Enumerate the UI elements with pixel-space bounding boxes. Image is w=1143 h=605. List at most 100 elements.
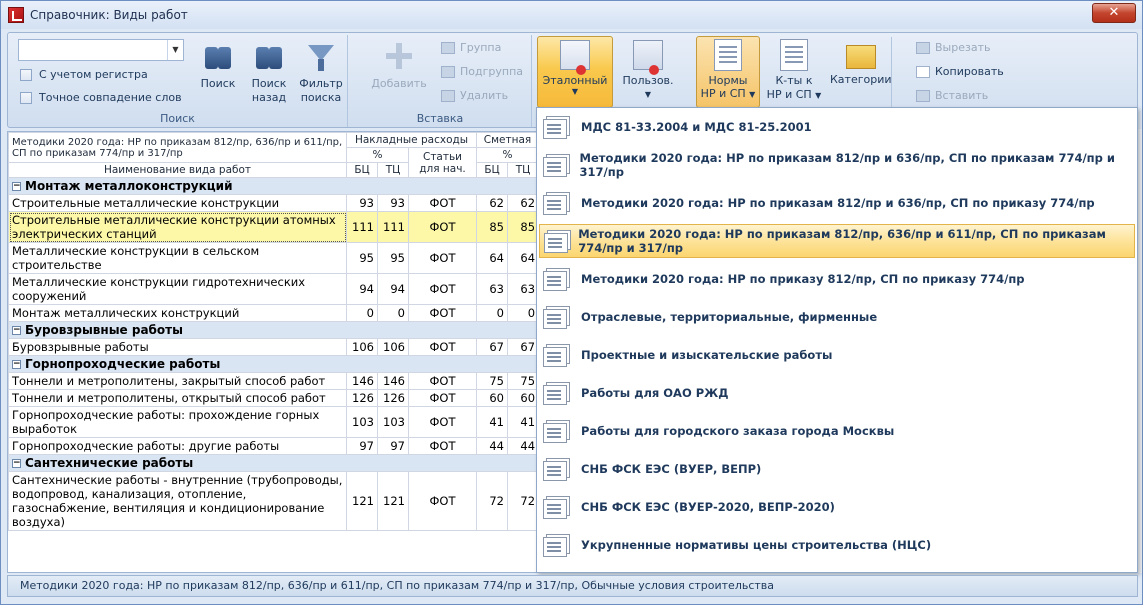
dropdown-item[interactable]: Проектные и изыскательские работы	[539, 338, 1135, 372]
cell-name[interactable]: Монтаж металлических конструкций	[8, 304, 347, 322]
works-grid[interactable]: Методики 2020 года: НР по приказам 812/п…	[7, 131, 537, 573]
cell-bc[interactable]: 97	[346, 437, 378, 455]
name-column-header[interactable]: Наименование вида работ	[8, 162, 347, 178]
cell-name[interactable]: Сантехнические работы - внутренние (труб…	[8, 471, 347, 531]
cell-tc2[interactable]: 72	[506, 471, 536, 531]
add-group-button[interactable]: Группа	[441, 41, 501, 54]
add-subgroup-button[interactable]: Подгруппа	[441, 65, 523, 78]
cell-art[interactable]: ФОТ	[408, 304, 477, 322]
cell-tc[interactable]: 121	[377, 471, 409, 531]
cut-button[interactable]: Вырезать	[916, 41, 990, 54]
copy-button[interactable]: Копировать	[916, 65, 1004, 78]
table-row[interactable]: Строительные металлические конструкции а…	[8, 211, 536, 243]
table-row[interactable]: Горнопроходческие работы: прохождение го…	[8, 406, 536, 438]
cell-tc2[interactable]: 60	[506, 389, 536, 407]
cell-tc2[interactable]: 67	[506, 338, 536, 356]
cell-bc[interactable]: 93	[346, 194, 378, 212]
table-row[interactable]: Металлические конструкции гидротехническ…	[8, 273, 536, 305]
table-row[interactable]: Тоннели и метрополитены, закрытый способ…	[8, 372, 536, 390]
cell-tc2[interactable]: 63	[506, 273, 536, 305]
dropdown-item[interactable]: Отраслевые, территориальные, фирменные	[539, 300, 1135, 334]
cell-bc2[interactable]: 62	[476, 194, 508, 212]
table-row[interactable]: Тоннели и метрополитены, открытый способ…	[8, 389, 536, 407]
cell-tc2[interactable]: 75	[506, 372, 536, 390]
dropdown-item[interactable]: Работы для городского заказа города Моск…	[539, 414, 1135, 448]
cell-art[interactable]: ФОТ	[408, 437, 477, 455]
cell-bc2[interactable]: 0	[476, 304, 508, 322]
cell-tc[interactable]: 94	[377, 273, 409, 305]
cell-bc2[interactable]: 67	[476, 338, 508, 356]
cell-tc[interactable]: 93	[377, 194, 409, 212]
cell-tc2[interactable]: 85	[506, 211, 536, 243]
dropdown-item[interactable]: СНБ ФСК ЕЭС (ВУЕР-2020, ВЕПР-2020)	[539, 490, 1135, 524]
dropdown-item[interactable]: Работы для ОАО РЖД	[539, 376, 1135, 410]
paste-button[interactable]: Вставить	[916, 89, 988, 102]
group-row[interactable]: − Буровзрывные работы	[8, 321, 536, 339]
exact-match-checkbox[interactable]: Точное совпадение слов	[20, 91, 182, 104]
table-row[interactable]: Горнопроходческие работы: другие работы 9…	[8, 437, 536, 455]
cell-tc[interactable]: 106	[377, 338, 409, 356]
cell-bc2[interactable]: 63	[476, 273, 508, 305]
cell-name[interactable]: Строительные металлические конструкции	[8, 194, 347, 212]
group-row[interactable]: − Горнопроходческие работы	[8, 355, 536, 373]
dropdown-item[interactable]: МДС 81-33.2004 и МДС 81-25.2001	[539, 110, 1135, 144]
cell-bc[interactable]: 0	[346, 304, 378, 322]
dropdown-item[interactable]: Методики 2020 года: НР по приказу 812/пр…	[539, 262, 1135, 296]
cell-bc[interactable]: 106	[346, 338, 378, 356]
table-row[interactable]: Сантехнические работы - внутренние (труб…	[8, 471, 536, 531]
cell-bc[interactable]: 103	[346, 406, 378, 438]
table-row[interactable]: Металлические конструкции в сельском стр…	[8, 242, 536, 274]
collapse-icon[interactable]: −	[12, 459, 21, 468]
dropdown-item[interactable]: СНБ ФСК ЕЭС (ВУЕР, ВЕПР)	[539, 452, 1135, 486]
dropdown-item[interactable]: Методики 2020 года: НР по приказам 812/п…	[539, 148, 1135, 182]
cell-tc2[interactable]: 44	[506, 437, 536, 455]
cell-bc[interactable]: 94	[346, 273, 378, 305]
cell-tc2[interactable]: 62	[506, 194, 536, 212]
etalon-button[interactable]: Эталонный ▼	[537, 36, 613, 108]
cell-name[interactable]: Горнопроходческие работы: прохождение го…	[8, 406, 347, 438]
cell-bc[interactable]: 126	[346, 389, 378, 407]
cell-tc[interactable]: 103	[377, 406, 409, 438]
search-button[interactable]: Поиск	[196, 39, 240, 91]
dropdown-item[interactable]: Методики 2020 года: НР по приказам 812/п…	[539, 224, 1135, 258]
chevron-down-icon[interactable]: ▼	[167, 40, 183, 60]
cell-art[interactable]: ФОТ	[408, 372, 477, 390]
cell-bc2[interactable]: 44	[476, 437, 508, 455]
search-combo[interactable]: ▼	[18, 39, 184, 61]
cell-tc[interactable]: 97	[377, 437, 409, 455]
search-filter-button[interactable]: Фильтр поиска	[298, 39, 344, 105]
cell-name[interactable]: Тоннели и метрополитены, закрытый способ…	[8, 372, 347, 390]
dropdown-item[interactable]: Укрупненные нормативы цены строительства…	[539, 528, 1135, 562]
tc-column-header[interactable]: ТЦ	[377, 162, 409, 178]
checkbox-icon[interactable]	[20, 68, 32, 81]
cell-tc2[interactable]: 41	[506, 406, 536, 438]
cell-bc[interactable]: 121	[346, 471, 378, 531]
table-row[interactable]: Монтаж металлических конструкций 0 0 ФОТ 0 0	[8, 304, 536, 322]
cell-tc[interactable]: 111	[377, 211, 409, 243]
table-row[interactable]: Строительные металлические конструкции 93…	[8, 194, 536, 212]
cell-bc2[interactable]: 75	[476, 372, 508, 390]
cell-name[interactable]: Строительные металлические конструкции а…	[8, 211, 347, 243]
close-button[interactable]: ✕	[1092, 3, 1136, 23]
tc2-column-header[interactable]: ТЦ	[506, 162, 536, 178]
cell-art[interactable]: ФОТ	[408, 338, 477, 356]
cell-bc2[interactable]: 85	[476, 211, 508, 243]
cell-tc[interactable]: 0	[377, 304, 409, 322]
bc-column-header[interactable]: БЦ	[346, 162, 378, 178]
checkbox-icon[interactable]	[20, 91, 32, 104]
cell-bc2[interactable]: 41	[476, 406, 508, 438]
group-row[interactable]: − Сантехнические работы	[8, 454, 536, 472]
cell-art[interactable]: ФОТ	[408, 389, 477, 407]
cell-tc[interactable]: 146	[377, 372, 409, 390]
norms-button[interactable]: Нормы НР и СП ▼	[696, 36, 760, 108]
collapse-icon[interactable]: −	[12, 326, 21, 335]
collapse-icon[interactable]: −	[12, 182, 21, 191]
case-sensitive-checkbox[interactable]: С учетом регистра	[20, 68, 148, 81]
delete-button[interactable]: Удалить	[441, 89, 508, 102]
search-back-button[interactable]: Поиск назад	[246, 39, 292, 105]
cell-bc[interactable]: 111	[346, 211, 378, 243]
dropdown-item[interactable]: Методики 2020 года: НР по приказам 812/п…	[539, 186, 1135, 220]
cell-art[interactable]: ФОТ	[408, 211, 477, 243]
coefficients-button[interactable]: К-ты к НР и СП ▼	[764, 37, 824, 103]
cell-name[interactable]: Металлические конструкции гидротехническ…	[8, 273, 347, 305]
